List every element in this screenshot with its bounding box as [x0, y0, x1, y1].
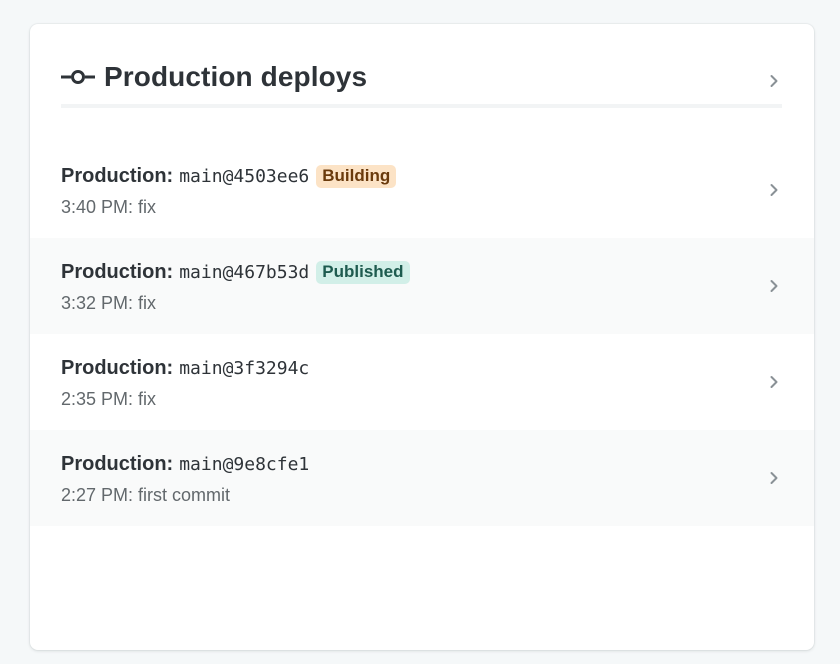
page-title: Production deploys: [104, 61, 368, 92]
deploy-title-line: Production: main@3f3294c: [61, 355, 309, 381]
deploy-title-line: Production: main@467b53d Published: [61, 259, 410, 285]
deploy-title-line: Production: main@4503ee6 Building: [61, 163, 397, 189]
deploy-meta: 2:35 PM: fix: [61, 389, 157, 409]
deploy-row[interactable]: Production: main@3f3294c 2:35 PM: fix: [30, 334, 814, 430]
deploy-list: Production: main@4503ee6 Building 3:40 P…: [30, 142, 814, 526]
deploy-meta: 2:27 PM: first commit: [61, 485, 231, 505]
deploy-context-label: Production:: [61, 356, 174, 379]
deploy-title-line: Production: main@9e8cfe1: [61, 451, 309, 477]
deploy-context-label: Production:: [61, 452, 174, 475]
production-deploys-card: Production deploys Production: main@4503…: [30, 24, 814, 650]
header-title-wrap: Production deploys: [61, 60, 367, 94]
status-badge: Building: [316, 164, 397, 188]
deploy-row[interactable]: Production: main@467b53d Published 3:32 …: [30, 238, 814, 334]
chevron-right-icon: [769, 471, 779, 485]
deploy-row[interactable]: Production: main@4503ee6 Building 3:40 P…: [30, 142, 814, 238]
deploy-row[interactable]: Production: main@9e8cfe1 2:27 PM: first …: [30, 430, 814, 526]
status-badge: Published: [316, 260, 410, 284]
deploy-context-label: Production:: [61, 164, 174, 187]
chevron-right-icon: [769, 183, 779, 197]
chevron-right-icon[interactable]: [769, 74, 779, 88]
deploy-ref: main@3f3294c: [179, 357, 310, 379]
card-header[interactable]: Production deploys: [61, 24, 782, 108]
deploy-ref: main@9e8cfe1: [179, 453, 310, 475]
chevron-right-icon: [769, 375, 779, 389]
deploy-context-label: Production:: [61, 260, 174, 283]
deploy-meta: 3:40 PM: fix: [61, 197, 157, 217]
deploy-meta: 3:32 PM: fix: [61, 293, 157, 313]
deploy-ref: main@467b53d: [179, 261, 310, 283]
chevron-right-icon: [769, 279, 779, 293]
git-commit-icon: [61, 66, 95, 88]
deploy-ref: main@4503ee6: [179, 165, 310, 187]
